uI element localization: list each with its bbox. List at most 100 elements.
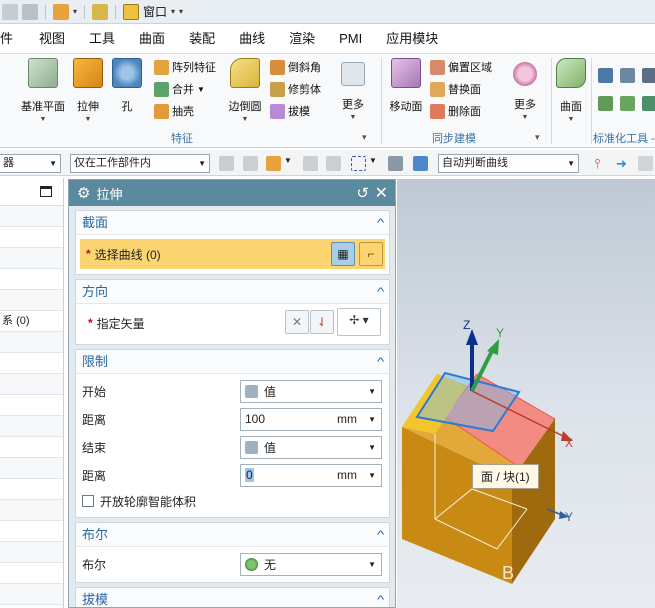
- section-header-direction[interactable]: 方向 ^: [76, 280, 389, 304]
- list-item[interactable]: [0, 227, 63, 248]
- sketch-section-icon[interactable]: ▦: [331, 242, 355, 266]
- chevron-down-icon[interactable]: ▼: [284, 156, 292, 165]
- offset-region-button[interactable]: 偏置区域: [430, 59, 492, 75]
- chevron-down-icon[interactable]: ▼: [368, 471, 376, 480]
- shell-button[interactable]: 抽壳: [154, 103, 194, 119]
- menu-file[interactable]: 件: [0, 25, 27, 53]
- more-filter-icon[interactable]: [638, 156, 653, 171]
- list-item[interactable]: [0, 584, 63, 605]
- maximize-icon[interactable]: [40, 186, 52, 197]
- chevron-down-icon[interactable]: ▾: [171, 7, 175, 16]
- chevron-down-icon[interactable]: ▾: [73, 7, 77, 16]
- list-item[interactable]: [0, 374, 63, 395]
- list-item[interactable]: [0, 332, 63, 353]
- inferred-vector-dropdown[interactable]: ✢ ▾: [337, 308, 381, 336]
- chevron-down-icon[interactable]: ▼: [369, 156, 377, 165]
- menu-applications[interactable]: 应用模块: [374, 25, 450, 53]
- snap-midpoint-icon[interactable]: [303, 156, 318, 171]
- redo-icon[interactable]: [2, 3, 18, 20]
- list-item[interactable]: [0, 416, 63, 437]
- chevron-up-icon[interactable]: ^: [377, 350, 384, 374]
- close-icon[interactable]: ✕: [375, 183, 388, 203]
- specify-vector-row[interactable]: * 指定矢量 ✕ ⇃ ✢ ▾: [82, 307, 383, 339]
- repeat-command-icon[interactable]: [92, 3, 109, 20]
- window-icon[interactable]: [123, 3, 140, 20]
- hole-button[interactable]: 孔: [111, 58, 143, 114]
- menu-surface[interactable]: 曲面: [127, 25, 177, 53]
- selection-mode-icon[interactable]: [266, 156, 281, 171]
- standard-tool-icon[interactable]: [598, 96, 613, 111]
- group-expand-icon[interactable]: ▾: [362, 132, 367, 143]
- trim-body-button[interactable]: 修剪体: [270, 81, 321, 97]
- list-item[interactable]: [0, 290, 63, 311]
- menu-pmi[interactable]: PMI: [327, 25, 374, 53]
- curve-rule-dropdown[interactable]: 自动判断曲线 ▼: [438, 154, 579, 173]
- rectangle-select-icon[interactable]: [351, 156, 366, 171]
- extrude-button[interactable]: 拉伸 ▼: [70, 58, 106, 123]
- more-button-sync[interactable]: 更多 ▼: [510, 58, 540, 121]
- boolean-dropdown[interactable]: 无 ▼: [240, 552, 382, 576]
- list-item[interactable]: [0, 206, 63, 227]
- model-view[interactable]: Z Y X Y B: [397, 179, 655, 608]
- touch-mode-icon[interactable]: [53, 3, 69, 20]
- menu-render[interactable]: 渲染: [277, 25, 327, 53]
- start-dropdown[interactable]: 值 ▼: [240, 379, 382, 403]
- graphics-window[interactable]: Z Y X Y B 面 / 块(1): [397, 179, 655, 608]
- list-item[interactable]: [0, 437, 63, 458]
- distance-start-input[interactable]: 100 mm ▼: [240, 407, 382, 431]
- copy-icon[interactable]: [22, 3, 38, 20]
- list-item[interactable]: [0, 563, 63, 584]
- reverse-direction-icon[interactable]: ✕: [285, 310, 309, 334]
- list-item[interactable]: [0, 395, 63, 416]
- standard-tool-icon[interactable]: [642, 68, 655, 83]
- distance-end-input[interactable]: 0 mm ▼: [240, 463, 382, 487]
- list-item[interactable]: [0, 542, 63, 563]
- face-filter-icon[interactable]: [413, 156, 428, 171]
- surface-button[interactable]: 曲面 ▼: [556, 58, 586, 123]
- list-item[interactable]: 系 (0): [0, 311, 63, 332]
- chevron-down-icon[interactable]: ▾: [179, 7, 183, 16]
- select-curve-icon[interactable]: ⌐: [359, 242, 383, 266]
- list-item[interactable]: [0, 269, 63, 290]
- list-item[interactable]: [0, 248, 63, 269]
- type-filter-dropdown[interactable]: 器 ▼: [0, 154, 61, 173]
- menu-view[interactable]: 视图: [27, 25, 77, 53]
- menu-tools[interactable]: 工具: [77, 25, 127, 53]
- list-item[interactable]: [0, 479, 63, 500]
- standard-tool-icon[interactable]: [598, 68, 613, 83]
- unite-button[interactable]: 合并 ▼: [154, 81, 205, 97]
- edge-blend-button[interactable]: 边倒圆 ▼: [226, 58, 264, 123]
- snap-point-icon[interactable]: [219, 156, 234, 171]
- snap-endpoint-icon[interactable]: [243, 156, 258, 171]
- reset-icon[interactable]: ↺: [356, 184, 369, 202]
- select-curve-row[interactable]: * 选择曲线 (0) ▦ ⌐: [80, 239, 385, 269]
- move-face-button[interactable]: 移动面: [386, 58, 426, 114]
- section-header-boolean[interactable]: 布尔 ^: [76, 523, 389, 547]
- list-item[interactable]: [0, 521, 63, 542]
- menu-assembly[interactable]: 装配: [177, 25, 227, 53]
- datum-plane-button[interactable]: 基准平面 ▼: [18, 58, 68, 123]
- end-dropdown[interactable]: 值 ▼: [240, 435, 382, 459]
- standard-tool-icon[interactable]: [620, 96, 635, 111]
- chevron-up-icon[interactable]: ^: [377, 588, 384, 607]
- delete-face-button[interactable]: 删除面: [430, 103, 481, 119]
- list-item[interactable]: [0, 500, 63, 521]
- section-header-section[interactable]: 截面 ^: [76, 211, 389, 235]
- open-profile-checkbox[interactable]: [82, 495, 94, 507]
- group-expand-icon[interactable]: ▾: [535, 132, 540, 143]
- gear-icon[interactable]: ⚙: [77, 184, 90, 202]
- list-item[interactable]: [0, 353, 63, 374]
- chevron-up-icon[interactable]: ^: [377, 523, 384, 547]
- standard-tool-icon[interactable]: [620, 68, 635, 83]
- chamfer-button[interactable]: 倒斜角: [270, 59, 321, 75]
- window-menu[interactable]: 窗口: [143, 3, 167, 20]
- open-profile-row[interactable]: 开放轮廓智能体积: [82, 489, 387, 513]
- replace-face-button[interactable]: 替换面: [430, 81, 481, 97]
- vector-dialog-icon[interactable]: ⇃: [310, 310, 334, 334]
- standard-tool-icon[interactable]: [642, 96, 655, 111]
- body-filter-icon[interactable]: [388, 156, 403, 171]
- menu-curve[interactable]: 曲线: [227, 25, 277, 53]
- draft-button[interactable]: 拔模: [270, 103, 310, 119]
- section-header-limits[interactable]: 限制 ^: [76, 350, 389, 374]
- chevron-down-icon[interactable]: ▼: [368, 415, 376, 424]
